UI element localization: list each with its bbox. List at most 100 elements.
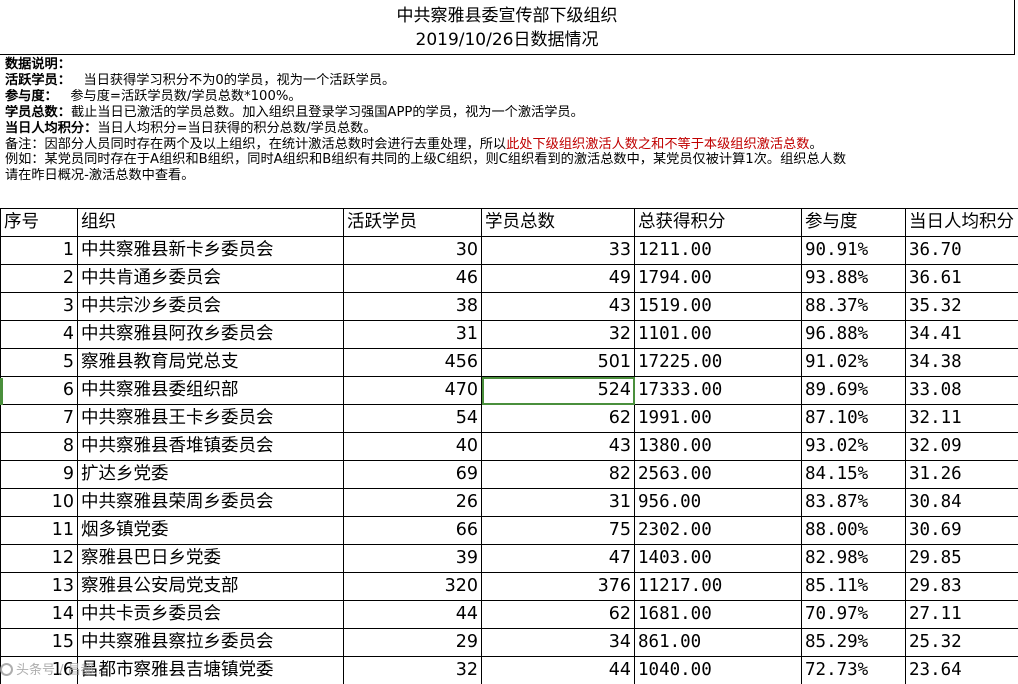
cell-avg-points[interactable]: 33.08 <box>905 376 1018 405</box>
cell-total-members[interactable]: 82 <box>481 460 635 489</box>
cell-participation[interactable]: 96.88% <box>801 320 906 349</box>
cell-avg-points[interactable]: 27.11 <box>905 600 1018 629</box>
cell-avg-points[interactable]: 23.64 <box>905 656 1018 684</box>
cell-total-members[interactable]: 501 <box>481 348 635 377</box>
cell-participation[interactable]: 87.10% <box>801 404 906 433</box>
cell-index[interactable]: 12 <box>0 544 78 573</box>
cell-organization[interactable]: 中共察雅县阿孜乡委员会 <box>77 320 344 349</box>
cell-index[interactable]: 3 <box>0 292 78 321</box>
cell-total-points[interactable]: 11217.00 <box>634 572 802 601</box>
cell-organization[interactable]: 中共卡贡乡委员会 <box>77 600 344 629</box>
cell-active-members[interactable]: 470 <box>343 376 482 405</box>
cell-organization[interactable]: 中共察雅县新卡乡委员会 <box>77 236 344 265</box>
cell-avg-points[interactable]: 31.26 <box>905 460 1018 489</box>
cell-avg-points[interactable]: 25.32 <box>905 628 1018 657</box>
cell-index[interactable]: 7 <box>0 404 78 433</box>
cell-active-members[interactable]: 320 <box>343 572 482 601</box>
cell-active-members[interactable]: 46 <box>343 264 482 293</box>
cell-avg-points[interactable]: 30.69 <box>905 516 1018 545</box>
cell-total-points[interactable]: 17225.00 <box>634 348 802 377</box>
cell-avg-points[interactable]: 34.41 <box>905 320 1018 349</box>
cell-total-points[interactable]: 2302.00 <box>634 516 802 545</box>
cell-total-members[interactable]: 43 <box>481 432 635 461</box>
cell-active-members[interactable]: 38 <box>343 292 482 321</box>
cell-index[interactable]: 11 <box>0 516 78 545</box>
cell-organization[interactable]: 中共察雅县荣周乡委员会 <box>77 488 344 517</box>
cell-active-members[interactable]: 40 <box>343 432 482 461</box>
cell-participation[interactable]: 84.15% <box>801 460 906 489</box>
cell-avg-points[interactable]: 35.32 <box>905 292 1018 321</box>
cell-total-members[interactable]: 34 <box>481 628 635 657</box>
cell-total-points[interactable]: 1681.00 <box>634 600 802 629</box>
cell-total-points[interactable]: 1380.00 <box>634 432 802 461</box>
cell-total-points[interactable]: 956.00 <box>634 488 802 517</box>
cell-index[interactable]: 13 <box>0 572 78 601</box>
cell-total-points[interactable]: 1794.00 <box>634 264 802 293</box>
cell-total-points[interactable]: 861.00 <box>634 628 802 657</box>
cell-participation[interactable]: 70.97% <box>801 600 906 629</box>
cell-index[interactable]: 14 <box>0 600 78 629</box>
cell-active-members[interactable]: 29 <box>343 628 482 657</box>
cell-organization[interactable]: 察雅县公安局党支部 <box>77 572 344 601</box>
cell-avg-points[interactable]: 36.61 <box>905 264 1018 293</box>
cell-active-members[interactable]: 69 <box>343 460 482 489</box>
cell-avg-points[interactable]: 34.38 <box>905 348 1018 377</box>
cell-total-points[interactable]: 1403.00 <box>634 544 802 573</box>
cell-index[interactable]: 10 <box>0 488 78 517</box>
cell-avg-points[interactable]: 30.84 <box>905 488 1018 517</box>
cell-organization[interactable]: 察雅县教育局党总支 <box>77 348 344 377</box>
cell-total-members[interactable]: 31 <box>481 488 635 517</box>
cell-avg-points[interactable]: 29.85 <box>905 544 1018 573</box>
cell-total-members[interactable]: 43 <box>481 292 635 321</box>
cell-active-members[interactable]: 32 <box>343 656 482 684</box>
cell-total-points[interactable]: 1101.00 <box>634 320 802 349</box>
cell-organization[interactable]: 中共察雅县香堆镇委员会 <box>77 432 344 461</box>
cell-total-members[interactable]: 44 <box>481 656 635 684</box>
cell-participation[interactable]: 88.00% <box>801 516 906 545</box>
header-cell-organization[interactable]: 组织 <box>77 208 344 237</box>
cell-organization[interactable]: 中共肯通乡委员会 <box>77 264 344 293</box>
header-cell-participation[interactable]: 参与度 <box>801 208 906 237</box>
cell-avg-points[interactable]: 29.83 <box>905 572 1018 601</box>
cell-participation[interactable]: 89.69% <box>801 376 906 405</box>
cell-organization[interactable]: 中共察雅县王卡乡委员会 <box>77 404 344 433</box>
cell-organization[interactable]: 昌都市察雅县吉塘镇党委 <box>77 656 344 684</box>
cell-index[interactable]: 9 <box>0 460 78 489</box>
cell-participation[interactable]: 90.91% <box>801 236 906 265</box>
cell-organization[interactable]: 烟多镇党委 <box>77 516 344 545</box>
cell-participation[interactable]: 91.02% <box>801 348 906 377</box>
cell-participation[interactable]: 93.88% <box>801 264 906 293</box>
cell-index[interactable]: 8 <box>0 432 78 461</box>
cell-active-members[interactable]: 44 <box>343 600 482 629</box>
cell-active-members[interactable]: 39 <box>343 544 482 573</box>
cell-organization[interactable]: 察雅县巴日乡党委 <box>77 544 344 573</box>
header-cell-avg-points[interactable]: 当日人均积分 <box>905 208 1018 237</box>
cell-avg-points[interactable]: 32.09 <box>905 432 1018 461</box>
cell-active-members[interactable]: 54 <box>343 404 482 433</box>
selected-cell-total-members[interactable]: 524 <box>481 376 635 405</box>
cell-total-members[interactable]: 49 <box>481 264 635 293</box>
cell-index[interactable]: 1 <box>0 236 78 265</box>
header-cell-total-members[interactable]: 学员总数 <box>481 208 635 237</box>
cell-total-members[interactable]: 32 <box>481 320 635 349</box>
cell-avg-points[interactable]: 36.70 <box>905 236 1018 265</box>
cell-total-points[interactable]: 1040.00 <box>634 656 802 684</box>
cell-total-points[interactable]: 17333.00 <box>634 376 802 405</box>
cell-active-members[interactable]: 456 <box>343 348 482 377</box>
cell-participation[interactable]: 93.02% <box>801 432 906 461</box>
cell-total-points[interactable]: 1519.00 <box>634 292 802 321</box>
cell-total-members[interactable]: 75 <box>481 516 635 545</box>
cell-total-points[interactable]: 1211.00 <box>634 236 802 265</box>
cell-total-members[interactable]: 62 <box>481 404 635 433</box>
cell-active-members[interactable]: 31 <box>343 320 482 349</box>
cell-active-members[interactable]: 26 <box>343 488 482 517</box>
cell-participation[interactable]: 82.98% <box>801 544 906 573</box>
cell-avg-points[interactable]: 32.11 <box>905 404 1018 433</box>
cell-active-members[interactable]: 66 <box>343 516 482 545</box>
header-cell-index[interactable]: 序号 <box>0 208 78 237</box>
cell-organization[interactable]: 中共察雅县察拉乡委员会 <box>77 628 344 657</box>
header-cell-active-members[interactable]: 活跃学员 <box>343 208 482 237</box>
cell-participation[interactable]: 72.73% <box>801 656 906 684</box>
cell-index[interactable]: 15 <box>0 628 78 657</box>
cell-participation[interactable]: 88.37% <box>801 292 906 321</box>
